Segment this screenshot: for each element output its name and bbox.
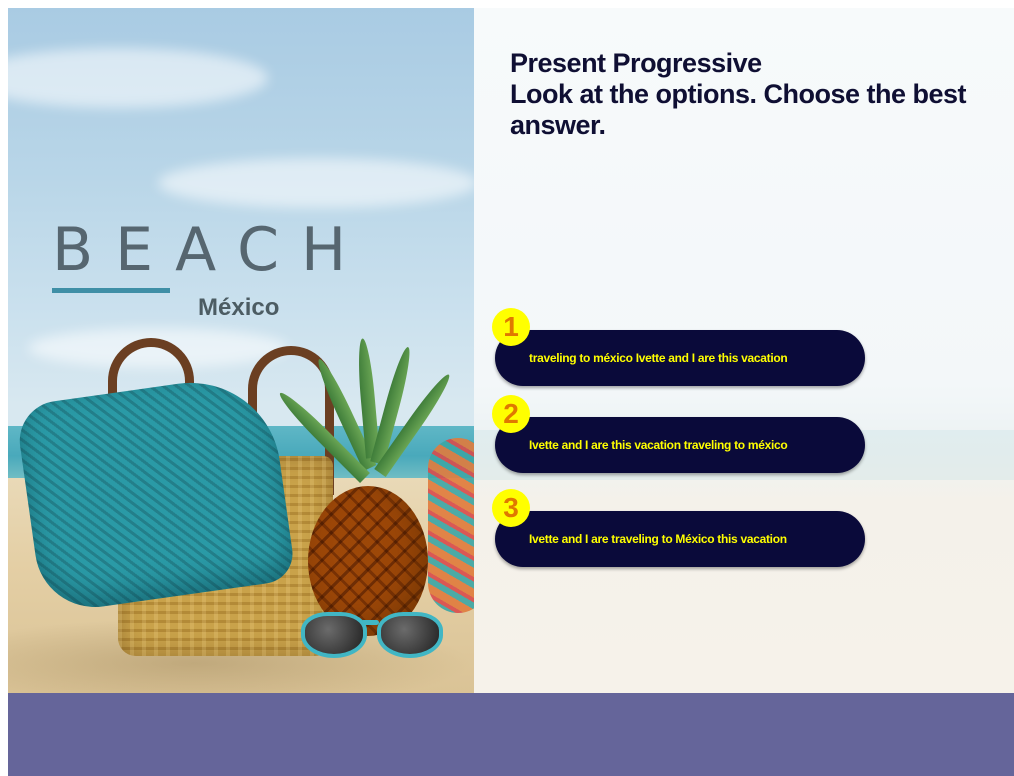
answer-option-1[interactable]: 1 traveling to méxico Ivette and I are t… bbox=[492, 308, 865, 386]
option-number-badge: 1 bbox=[492, 308, 530, 346]
cloud bbox=[158, 158, 474, 208]
option-text: Ivette and I are this vacation traveling… bbox=[529, 438, 788, 452]
brand-underline bbox=[52, 288, 170, 293]
brand-word: BEACH bbox=[52, 215, 369, 285]
sunglasses-lens bbox=[377, 612, 443, 658]
answer-option-3[interactable]: 3 Ivette and I are traveling to México t… bbox=[492, 489, 865, 567]
cloud bbox=[8, 48, 268, 108]
option-number-badge: 2 bbox=[492, 395, 530, 433]
bottom-bar bbox=[8, 693, 1014, 776]
brand-subtitle: México bbox=[198, 294, 280, 321]
instruction-text: Look at the options. Choose the best ans… bbox=[510, 79, 967, 140]
beach-photo: BEACH México bbox=[8, 8, 474, 693]
option-number-badge: 3 bbox=[492, 489, 530, 527]
flip-flop bbox=[428, 438, 474, 613]
sunglasses-lens bbox=[301, 612, 367, 658]
option-text: Ivette and I are traveling to México thi… bbox=[529, 532, 787, 546]
answer-option-2[interactable]: 2 Ivette and I are this vacation traveli… bbox=[492, 395, 865, 473]
beach-logo: BEACH México bbox=[52, 215, 452, 321]
question-heading: Present Progressive Look at the options.… bbox=[510, 48, 980, 141]
lesson-stage: BEACH México Present Progressive Look at… bbox=[8, 8, 1014, 693]
activity-title: Present Progressive bbox=[510, 48, 762, 78]
option-text: traveling to méxico Ivette and I are thi… bbox=[529, 351, 788, 365]
sunglasses bbox=[301, 606, 443, 658]
sunglasses-bridge bbox=[361, 620, 379, 625]
